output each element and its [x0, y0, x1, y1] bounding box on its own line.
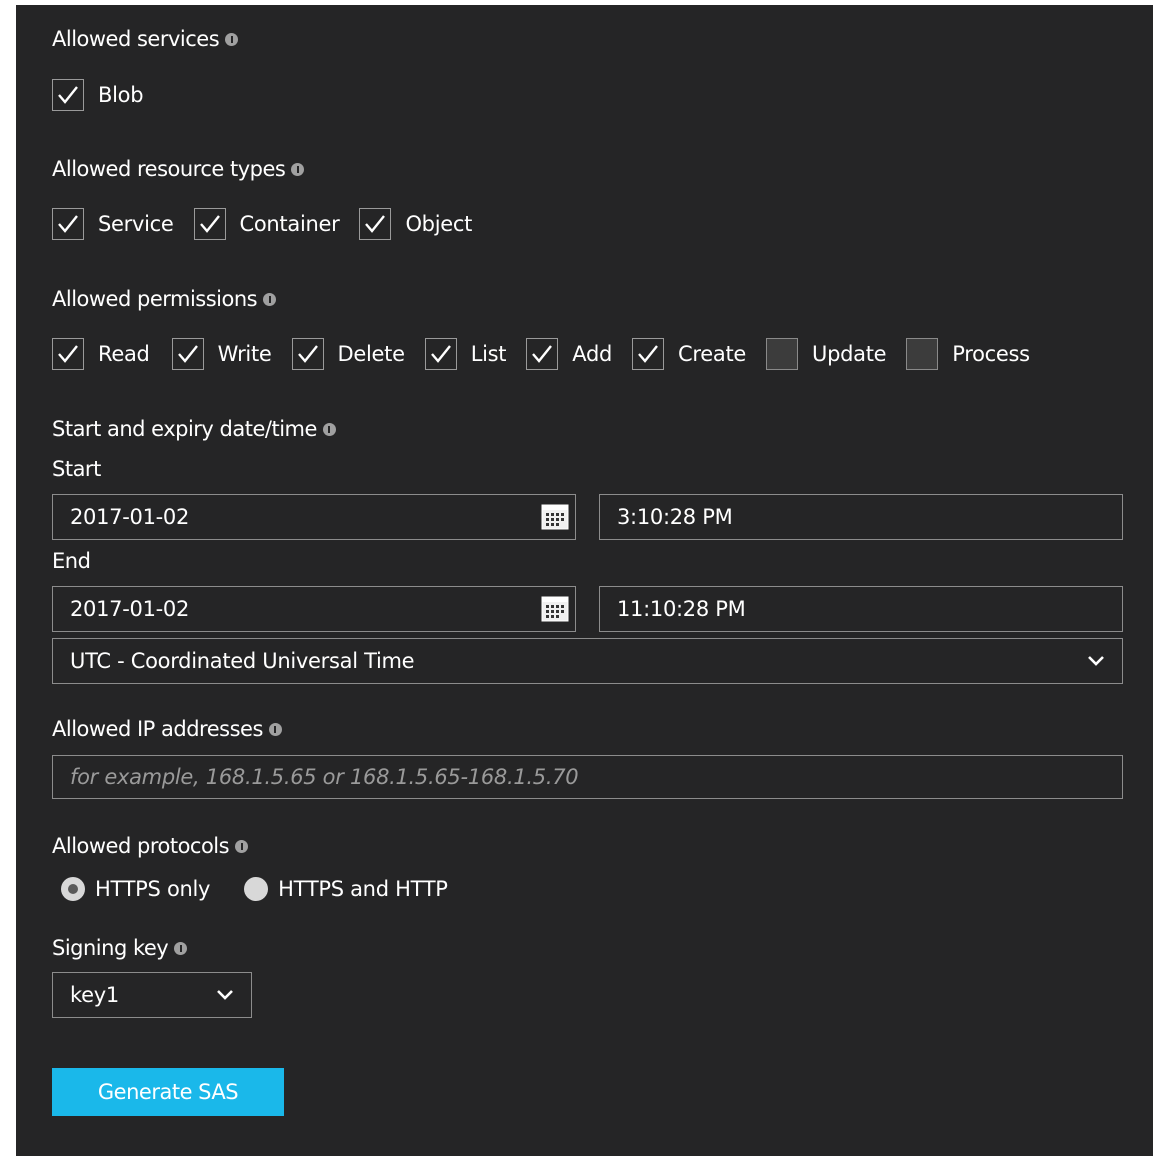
allowed-services-options: Blob	[52, 78, 161, 112]
allowed-protocols-options: HTTPS only HTTPS and HTTP	[61, 874, 482, 904]
checkbox-label: Process	[952, 342, 1030, 366]
allowed-permissions-options: Read Write Delete List Add Create Update Proces…	[52, 337, 1050, 371]
end-date-value: 2017-01-02	[70, 597, 190, 621]
signing-key-select[interactable]: key1	[52, 972, 252, 1018]
check-icon[interactable]	[193, 208, 226, 240]
checkbox-update[interactable]: Update	[766, 338, 906, 370]
allowed-resource-types-text: Allowed resource types	[52, 157, 286, 181]
check-icon[interactable]	[424, 338, 457, 370]
start-time-value: 3:10:28 PM	[617, 505, 733, 529]
info-icon[interactable]	[225, 32, 239, 46]
radio-label: HTTPS and HTTP	[278, 877, 448, 901]
allowed-protocols-text: Allowed protocols	[52, 834, 230, 858]
signing-key-value: key1	[70, 983, 119, 1007]
check-icon[interactable]	[359, 208, 392, 240]
allowed-ip-text: Allowed IP addresses	[52, 717, 263, 741]
checkbox-label: Write	[217, 342, 272, 366]
radio-https-only[interactable]: HTTPS only	[61, 877, 210, 901]
radio-dot[interactable]	[61, 877, 85, 901]
info-icon[interactable]	[322, 422, 336, 436]
check-icon[interactable]	[52, 208, 84, 240]
checkbox-read[interactable]: Read	[52, 338, 172, 370]
radio-dot[interactable]	[244, 877, 269, 901]
check-icon[interactable]	[632, 338, 665, 370]
check-icon[interactable]	[291, 338, 324, 370]
checkbox-process[interactable]: Process	[906, 338, 1050, 370]
checkbox-label: Container	[239, 212, 340, 236]
generate-sas-button[interactable]: Generate SAS	[52, 1068, 284, 1116]
checkbox-label: Read	[98, 342, 150, 366]
allowed-services-label: Allowed services	[52, 27, 239, 51]
checkbox-label: Service	[98, 212, 174, 236]
checkbox-label: Update	[812, 342, 887, 366]
radio-https-and-http[interactable]: HTTPS and HTTP	[244, 877, 448, 901]
checkbox-blob[interactable]: Blob	[52, 79, 161, 111]
start-label: Start	[52, 457, 101, 481]
checkbox-box[interactable]	[766, 338, 798, 370]
chevron-down-icon	[199, 973, 251, 1017]
allowed-ip-input[interactable]: for example, 168.1.5.65 or 168.1.5.65-16…	[52, 755, 1123, 799]
checkbox-delete[interactable]: Delete	[291, 338, 425, 370]
check-icon[interactable]	[171, 338, 204, 370]
allowed-protocols-label: Allowed protocols	[52, 834, 249, 858]
calendar-icon[interactable]	[535, 587, 575, 631]
info-icon[interactable]	[235, 839, 249, 853]
allowed-permissions-label: Allowed permissions	[52, 287, 277, 311]
checkbox-label: Create	[678, 342, 746, 366]
checkbox-service[interactable]: Service	[52, 208, 194, 240]
checkbox-add[interactable]: Add	[526, 338, 632, 370]
checkbox-create[interactable]: Create	[632, 338, 766, 370]
checkbox-label: List	[470, 342, 507, 366]
end-date-input[interactable]: 2017-01-02	[52, 586, 576, 632]
checkbox-list[interactable]: List	[424, 338, 527, 370]
start-date-value: 2017-01-02	[70, 505, 190, 529]
checkbox-label: Delete	[337, 342, 406, 366]
checkbox-label: Blob	[98, 83, 144, 107]
allowed-resource-types-options: Service Container Object	[52, 207, 492, 241]
checkbox-write[interactable]: Write	[171, 338, 292, 370]
allowed-permissions-text: Allowed permissions	[52, 287, 258, 311]
start-date-input[interactable]: 2017-01-02	[52, 494, 576, 540]
timezone-select[interactable]: UTC - Coordinated Universal Time	[52, 638, 1123, 684]
check-icon[interactable]	[52, 338, 84, 370]
end-time-value: 11:10:28 PM	[617, 597, 746, 621]
info-icon[interactable]	[263, 292, 277, 306]
checkbox-box[interactable]	[906, 338, 939, 370]
datetime-text: Start and expiry date/time	[52, 417, 317, 441]
info-icon[interactable]	[268, 722, 282, 736]
calendar-icon[interactable]	[535, 495, 575, 539]
checkbox-object[interactable]: Object	[359, 208, 492, 240]
info-icon[interactable]	[291, 162, 305, 176]
allowed-resource-types-label: Allowed resource types	[52, 157, 305, 181]
allowed-services-text: Allowed services	[52, 27, 220, 51]
checkbox-label: Object	[405, 212, 473, 236]
chevron-down-icon	[1070, 639, 1122, 683]
checkbox-label: Add	[572, 342, 613, 366]
allowed-ip-placeholder: for example, 168.1.5.65 or 168.1.5.65-16…	[70, 765, 579, 789]
checkbox-container[interactable]: Container	[193, 208, 360, 240]
allowed-ip-label: Allowed IP addresses	[52, 717, 282, 741]
timezone-value: UTC - Coordinated Universal Time	[70, 649, 415, 673]
signing-key-label: Signing key	[52, 936, 188, 960]
check-icon[interactable]	[526, 338, 559, 370]
info-icon[interactable]	[174, 941, 188, 955]
signing-key-text: Signing key	[52, 936, 169, 960]
radio-label: HTTPS only	[95, 877, 211, 901]
datetime-label: Start and expiry date/time	[52, 417, 336, 441]
end-label: End	[52, 549, 91, 573]
end-time-input[interactable]: 11:10:28 PM	[599, 586, 1123, 632]
start-time-input[interactable]: 3:10:28 PM	[599, 494, 1123, 540]
check-icon[interactable]	[52, 79, 84, 111]
